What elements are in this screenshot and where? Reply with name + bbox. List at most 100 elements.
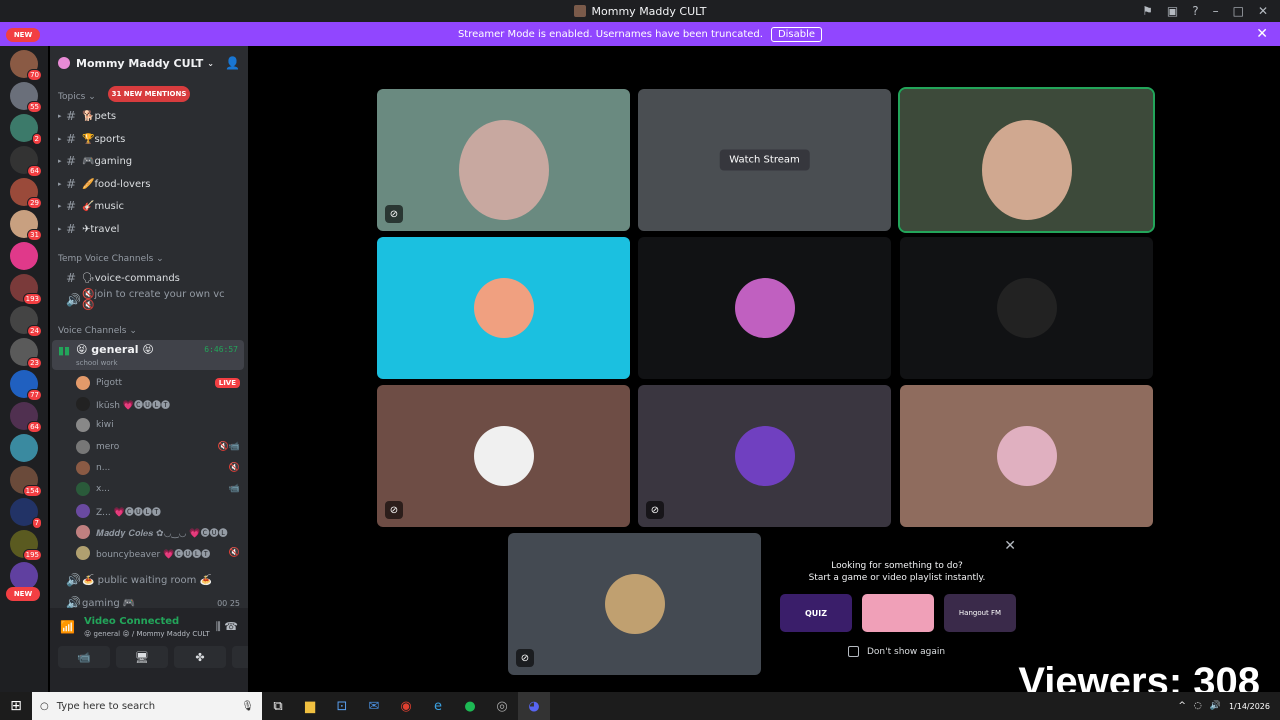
avatar-tile[interactable] xyxy=(900,237,1153,379)
chrome-icon[interactable]: ◉ xyxy=(390,692,422,720)
voice-user[interactable]: n... 🔇 xyxy=(76,459,240,477)
server-icon[interactable]: 24 xyxy=(10,306,42,337)
taskbar-search[interactable]: ○ Type here to search 🎙 xyxy=(32,692,262,720)
new-mentions-pill[interactable]: 31 NEW MENTIONS xyxy=(108,86,190,102)
voice-user[interactable]: Pigott LIVE xyxy=(76,374,240,392)
channel-item[interactable]: ▸ # ✈travel xyxy=(58,219,240,239)
avatar-tile[interactable] xyxy=(900,385,1153,527)
windows-start-icon[interactable]: ⊞ xyxy=(0,692,32,720)
noise-suppression-icon[interactable]: ⫼ ☎ xyxy=(216,620,238,634)
server-icon[interactable]: 2 xyxy=(10,114,42,145)
video-tile[interactable] xyxy=(898,87,1155,233)
voice-user[interactable]: 𝑴𝒂𝒅𝒅𝒚 𝑪𝒐𝒍𝒆𝒔 ✿◡‿◡ 💗🅒🅤🅛 xyxy=(76,523,240,541)
server-icon[interactable]: 77 xyxy=(10,370,42,401)
server-icon[interactable]: 23 xyxy=(10,338,42,369)
mail-icon[interactable]: ✉ xyxy=(358,692,390,720)
server-icon[interactable]: 70 xyxy=(10,50,42,81)
voice-user[interactable]: kiwi xyxy=(76,416,240,434)
avatar-tile[interactable] xyxy=(377,237,630,379)
close-icon[interactable]: ✕ xyxy=(1256,26,1268,42)
channel-item[interactable]: ▸ # 🎮gaming xyxy=(58,151,240,171)
inbox-icon[interactable]: ⚑ xyxy=(1142,4,1153,18)
channel-item[interactable]: ▸ # 🎸music xyxy=(58,196,240,216)
watch-stream-button[interactable]: Watch Stream xyxy=(719,149,810,171)
dont-show-again[interactable]: Don't show again xyxy=(848,646,945,657)
server-icon[interactable]: 7 xyxy=(10,498,42,529)
spotify-icon[interactable]: ● xyxy=(454,692,486,720)
channel-unread-dot: ▸ xyxy=(58,135,62,143)
voice-channel-name: 😝 general 😝 xyxy=(76,343,154,356)
new-badge-bottom[interactable]: NEW xyxy=(6,587,40,601)
activity-card-quiz[interactable]: QUIZ xyxy=(780,594,852,632)
category-voice-channels[interactable]: Voice Channels ⌄ xyxy=(58,326,137,336)
server-icon[interactable] xyxy=(10,242,38,270)
clock[interactable]: 1/14/2026 xyxy=(1229,701,1270,712)
camera-button[interactable]: 📹 xyxy=(58,646,110,668)
category-temp-voice[interactable]: Temp Voice Channels ⌄ xyxy=(58,254,164,264)
task-view-icon[interactable]: ⧉ xyxy=(262,692,294,720)
activity-card-hangout-fm[interactable]: Hangout FM xyxy=(944,594,1016,632)
voice-user[interactable]: mero 🔇📹 xyxy=(76,438,240,456)
disable-button[interactable]: Disable xyxy=(770,26,823,42)
obs-icon[interactable]: ◎ xyxy=(486,692,518,720)
channel-join-to-create[interactable]: 🔊 🔇join to create your own vc 🔇 xyxy=(58,289,240,311)
server-icon[interactable]: 64 xyxy=(10,146,42,177)
close-icon[interactable]: ✕ xyxy=(1004,538,1016,554)
channel-item[interactable]: ▸ # 🐕pets xyxy=(58,106,240,126)
search-placeholder: Type here to search xyxy=(56,700,156,712)
voice-user[interactable]: Z... 💗🅒🅤🅛🅣 xyxy=(76,502,240,520)
voice-user[interactable]: Ikūsh 💗🅒🅤🅛🅣 xyxy=(76,395,240,413)
channel-label: 🍝 public waiting room 🍝 xyxy=(82,574,213,586)
server-icon[interactable]: 154 xyxy=(10,466,42,497)
voice-channel-waiting-room[interactable]: 🔊 🍝 public waiting room 🍝 xyxy=(58,570,240,590)
voice-status[interactable]: Video Connected xyxy=(84,616,179,627)
channel-item[interactable]: ▸ # 🥖food-lovers xyxy=(58,174,240,194)
file-explorer-icon[interactable]: ▆ xyxy=(294,692,326,720)
chevron-up-icon[interactable]: ^ xyxy=(1178,701,1186,711)
avatar xyxy=(76,482,90,496)
discord-icon[interactable]: ◕ xyxy=(518,692,550,720)
stream-tile[interactable]: Watch Stream xyxy=(638,89,891,231)
channel-item[interactable]: ▸ # 🏆sports xyxy=(58,129,240,149)
monitor-icon[interactable]: ▣ xyxy=(1167,4,1178,18)
video-tile[interactable]: ⊘ xyxy=(377,89,630,231)
mention-badge: 64 xyxy=(27,165,42,177)
mic-icon[interactable]: 🎙 xyxy=(241,701,254,712)
add-member-icon[interactable]: 👤 xyxy=(225,56,240,70)
volume-icon[interactable]: 🔊 xyxy=(1210,701,1221,711)
server-icon[interactable]: 55 xyxy=(10,82,42,113)
store-icon[interactable]: ⊡ xyxy=(326,692,358,720)
server-icon[interactable]: 193 xyxy=(10,274,42,305)
voice-user[interactable]: x... 📹 xyxy=(76,480,240,498)
close-window-icon[interactable]: ✕ xyxy=(1258,4,1268,18)
avatar-tile[interactable]: ⊘ xyxy=(508,533,761,675)
server-icon[interactable]: 195 xyxy=(10,530,42,561)
help-icon[interactable]: ? xyxy=(1192,4,1198,18)
server-icon[interactable] xyxy=(10,434,38,462)
share-screen-button[interactable]: 🖥 xyxy=(116,646,168,668)
channel-voice-commands[interactable]: # 🗣voice-commands xyxy=(58,268,240,288)
checkbox[interactable] xyxy=(848,646,859,657)
category-topics[interactable]: Topics ⌄ xyxy=(58,92,96,102)
guild-name: Mommy Maddy CULT xyxy=(76,56,204,70)
voice-location[interactable]: 😝 general 😝 / Mommy Maddy CULT xyxy=(84,630,210,638)
activity-suggestion: ✕ Looking for something to do? Start a g… xyxy=(770,534,1024,674)
network-icon[interactable]: ◌ xyxy=(1194,701,1202,711)
guild-header[interactable]: Mommy Maddy CULT ⌄ 👤 xyxy=(50,46,248,80)
avatar-tile[interactable] xyxy=(638,237,891,379)
new-badge-top[interactable]: NEW xyxy=(6,28,40,42)
maximize-icon[interactable]: □ xyxy=(1233,4,1244,18)
activities-button[interactable]: ✤ xyxy=(174,646,226,668)
avatar xyxy=(76,461,90,475)
minimize-icon[interactable]: – xyxy=(1213,4,1219,18)
avatar-tile[interactable]: ⊘ xyxy=(638,385,891,527)
server-icon[interactable] xyxy=(10,562,38,590)
server-icon[interactable]: 31 xyxy=(10,210,42,241)
voice-user[interactable]: bouncybeaver 💗🅒🅤🅛🅣 🔇 xyxy=(76,544,240,562)
edge-icon[interactable]: e xyxy=(422,692,454,720)
voice-channel-general[interactable]: ▮▮ 😝 general 😝 school work 6:46:57 xyxy=(52,340,244,370)
server-icon[interactable]: 64 xyxy=(10,402,42,433)
server-icon[interactable]: 29 xyxy=(10,178,42,209)
avatar-tile[interactable]: ⊘ xyxy=(377,385,630,527)
activity-card-game[interactable] xyxy=(862,594,934,632)
